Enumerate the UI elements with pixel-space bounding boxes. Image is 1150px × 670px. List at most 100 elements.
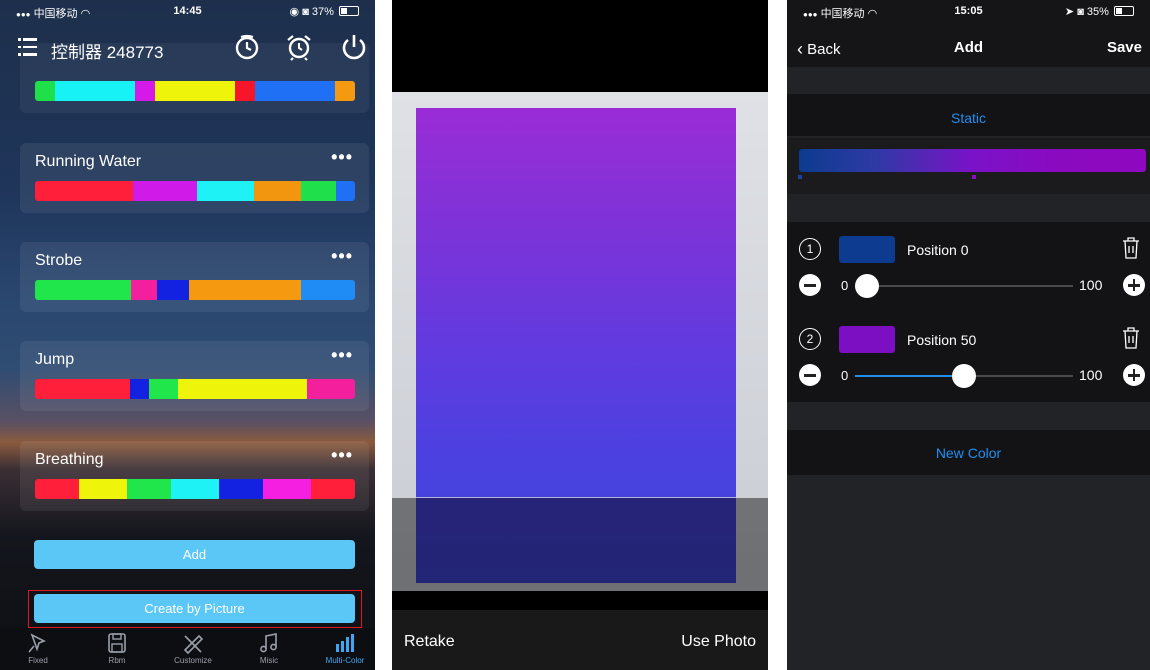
color-segment xyxy=(131,280,157,300)
trash-icon[interactable] xyxy=(1120,326,1142,350)
gradient-preview xyxy=(799,149,1146,172)
stop-number: 2 xyxy=(799,328,821,350)
color-strip xyxy=(35,280,355,300)
color-segment xyxy=(335,181,355,201)
color-segment xyxy=(35,280,131,300)
tab-rbm[interactable]: Rbm xyxy=(87,630,147,665)
status-bar: ●●● 中国移动 ◠ 15:05 ➤ ◙ 35% xyxy=(787,0,1150,22)
color-segment xyxy=(235,81,255,101)
increase-icon[interactable] xyxy=(1123,364,1145,386)
color-segment xyxy=(301,181,336,201)
static-mode-button[interactable]: Static xyxy=(787,110,1150,126)
effect-card-jump[interactable]: Jump ••• xyxy=(20,341,369,411)
color-segment xyxy=(335,81,355,101)
color-swatch[interactable] xyxy=(839,236,895,263)
effect-card-running-water[interactable]: Running Water ••• xyxy=(20,143,369,213)
color-segment xyxy=(171,479,219,499)
camera-toolbar: Retake Use Photo xyxy=(392,610,768,670)
position-slider[interactable] xyxy=(855,364,1073,388)
color-segment xyxy=(55,81,135,101)
tab-multi-color[interactable]: Multi-Color xyxy=(315,630,375,665)
battery-icon xyxy=(1114,6,1134,16)
color-segment xyxy=(149,379,178,399)
color-segment xyxy=(35,379,131,399)
add-color-screen: ●●● 中国移动 ◠ 15:05 ➤ ◙ 35% ‹ Back Add Save… xyxy=(787,0,1150,670)
position-slider[interactable] xyxy=(855,274,1073,298)
status-right: ➤ ◙ 35% xyxy=(1065,5,1134,18)
tab-music[interactable]: Misic xyxy=(239,630,299,665)
color-segment xyxy=(307,379,355,399)
tab-label: Fixed xyxy=(28,656,48,665)
effect-card-breathing[interactable]: Breathing ••• xyxy=(20,441,369,511)
color-segment xyxy=(130,379,150,399)
stop-number: 1 xyxy=(799,238,821,260)
tab-customize[interactable]: Customize xyxy=(163,630,223,665)
effect-card-strobe[interactable]: Strobe ••• xyxy=(20,242,369,312)
alarm-icon: ◙ xyxy=(302,6,309,18)
save-icon xyxy=(108,633,126,653)
color-segment xyxy=(177,379,308,399)
slider-max: 100 xyxy=(1079,277,1103,293)
more-options-icon[interactable]: ••• xyxy=(331,345,353,366)
color-segment xyxy=(218,479,264,499)
color-segment xyxy=(188,280,301,300)
color-strip xyxy=(35,181,355,201)
effect-name: Strobe xyxy=(35,252,83,269)
decrease-icon[interactable] xyxy=(799,364,821,386)
gradient-stop-marker xyxy=(972,175,976,179)
create-by-picture-button[interactable]: Create by Picture xyxy=(34,594,355,623)
crop-overlay xyxy=(392,497,768,592)
music-icon xyxy=(260,633,277,653)
color-strip xyxy=(35,81,355,101)
page-title: Add xyxy=(953,39,984,56)
color-segment xyxy=(263,479,311,499)
effect-card-partial[interactable] xyxy=(20,43,369,113)
color-strip xyxy=(35,379,355,399)
retake-button[interactable]: Retake xyxy=(404,633,455,651)
more-options-icon[interactable]: ••• xyxy=(331,147,353,168)
effect-name: Breathing xyxy=(35,451,104,468)
slider-min: 0 xyxy=(841,278,849,293)
trash-icon[interactable] xyxy=(1120,236,1142,260)
add-button[interactable]: Add xyxy=(34,540,355,569)
color-segment xyxy=(310,479,355,499)
bars-icon xyxy=(336,634,354,652)
color-strip xyxy=(35,479,355,499)
tab-fixed[interactable]: Fixed xyxy=(8,630,68,665)
decrease-icon[interactable] xyxy=(799,274,821,296)
color-segment xyxy=(196,181,254,201)
new-color-button[interactable]: New Color xyxy=(787,445,1150,461)
alarm-icon: ◙ xyxy=(1077,6,1084,18)
effect-name: Running Water xyxy=(35,153,142,170)
color-segment xyxy=(156,280,189,300)
position-label: Position 0 xyxy=(907,242,969,258)
increase-icon[interactable] xyxy=(1123,274,1145,296)
nav-bar: ‹ Back Add Save xyxy=(787,28,1150,64)
camera-screen: Retake Use Photo xyxy=(392,0,768,670)
effect-name: Jump xyxy=(35,351,75,368)
more-options-icon[interactable]: ••• xyxy=(331,445,353,466)
color-swatch[interactable] xyxy=(839,326,895,353)
color-segment xyxy=(35,479,80,499)
slider-min: 0 xyxy=(841,368,849,383)
color-segment xyxy=(300,280,355,300)
lock-rotation-icon: ◉ xyxy=(289,6,300,18)
color-segment xyxy=(135,81,155,101)
slider-thumb[interactable] xyxy=(952,364,976,388)
effects-screen: ●●● 中国移动 ◠ 14:45 ◉ ◙ 37% 控制器 248773 Runn… xyxy=(0,0,375,670)
pin-icon xyxy=(28,633,46,653)
color-segment xyxy=(253,181,302,201)
pencil-icon xyxy=(183,634,204,654)
slider-thumb[interactable] xyxy=(855,274,879,298)
color-segment xyxy=(155,81,235,101)
gradient-stop-marker xyxy=(798,175,802,179)
save-button[interactable]: Save xyxy=(1107,39,1142,56)
color-segment xyxy=(35,81,55,101)
tab-label: Multi-Color xyxy=(325,656,365,665)
status-bar: ●●● 中国移动 ◠ 14:45 ◉ ◙ 37% xyxy=(0,0,375,22)
use-photo-button[interactable]: Use Photo xyxy=(681,633,756,651)
battery-icon xyxy=(339,6,359,16)
color-segment xyxy=(133,181,197,201)
more-options-icon[interactable]: ••• xyxy=(331,246,353,267)
camera-viewfinder xyxy=(392,92,768,592)
